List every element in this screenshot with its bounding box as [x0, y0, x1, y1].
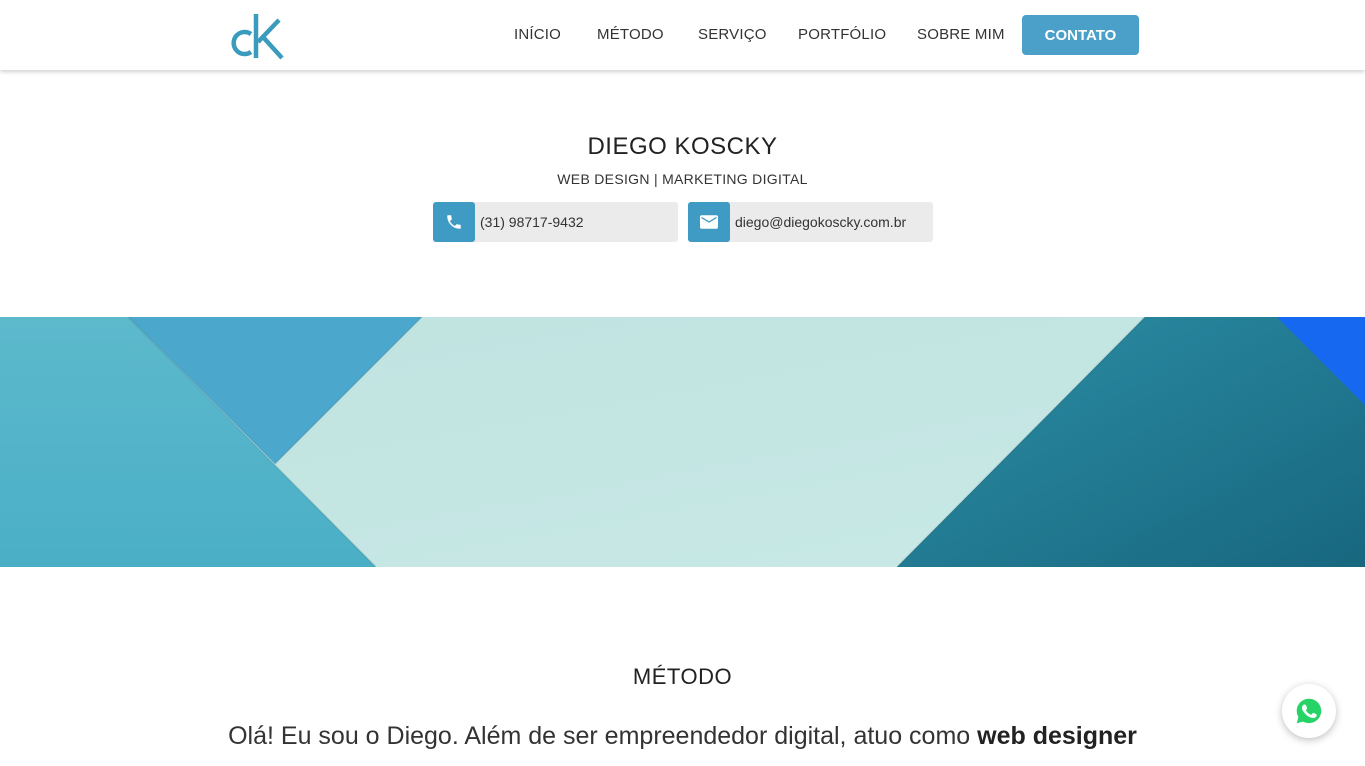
banner-image	[0, 317, 1365, 567]
nav-servico[interactable]: SERVIÇO	[698, 26, 767, 43]
phone-contact[interactable]: (31) 98717-9432	[433, 202, 678, 242]
profile-name: DIEGO KOSCKY	[587, 133, 778, 160]
nav-inicio[interactable]: INÍCIO	[514, 26, 561, 43]
method-text-bold: web designer	[977, 722, 1137, 750]
profile-tagline: WEB DESIGN | MARKETING DIGITAL	[557, 171, 808, 187]
method-title: MÉTODO	[632, 664, 733, 689]
nav-portfolio[interactable]: PORTFÓLIO	[798, 26, 886, 43]
nav-metodo[interactable]: MÉTODO	[597, 26, 664, 43]
email-address: diego@diegokoscky.com.br	[735, 214, 907, 230]
site-header: INÍCIO MÉTODO SERVIÇO PORTFÓLIO SOBRE MI…	[0, 0, 1365, 70]
nav-sobre-mim[interactable]: SOBRE MIM	[917, 26, 1005, 43]
hero-banner	[0, 317, 1365, 567]
method-text-prefix: Olá! Eu sou o Diego. Além de ser empreen…	[228, 722, 978, 750]
method-intro-text: Olá! Eu sou o Diego. Além de ser empreen…	[0, 722, 1365, 751]
whatsapp-icon	[1296, 698, 1322, 724]
logo[interactable]	[225, 12, 285, 60]
email-contact[interactable]: diego@diegokoscky.com.br	[688, 202, 933, 242]
phone-icon	[433, 202, 475, 242]
phone-number: (31) 98717-9432	[480, 214, 584, 230]
email-icon	[688, 202, 730, 242]
contato-button[interactable]: CONTATO	[1022, 15, 1139, 55]
whatsapp-button[interactable]	[1282, 684, 1336, 738]
